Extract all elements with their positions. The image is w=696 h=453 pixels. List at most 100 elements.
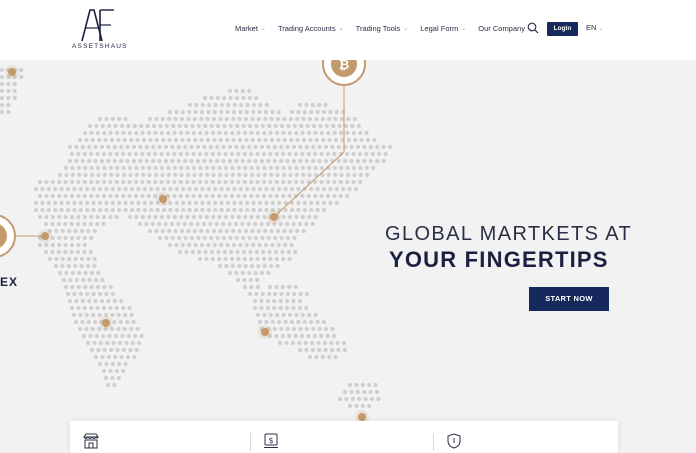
map-dot xyxy=(322,340,327,346)
map-dot xyxy=(266,158,271,164)
map-dot xyxy=(82,305,87,311)
map-dot xyxy=(282,228,287,234)
map-dot xyxy=(89,172,95,178)
map-dot xyxy=(257,319,263,325)
map-dot xyxy=(329,347,335,353)
map-dot xyxy=(304,158,309,164)
map-dot xyxy=(224,116,229,122)
map-dot xyxy=(383,151,388,157)
map-dot xyxy=(298,144,303,150)
map-dot xyxy=(274,333,279,339)
map-dot xyxy=(163,158,169,164)
nav-item-trading-accounts[interactable]: Trading Accounts ⌄ xyxy=(278,24,344,33)
chevron-down-icon: ⌄ xyxy=(598,26,604,32)
search-icon[interactable] xyxy=(527,22,539,34)
map-dot xyxy=(65,200,71,206)
map-dot xyxy=(114,151,119,157)
map-dot xyxy=(121,347,127,353)
map-dot xyxy=(231,228,236,234)
map-dot xyxy=(78,200,83,206)
map-dot xyxy=(278,298,283,304)
map-dot xyxy=(80,298,85,304)
brand-logo[interactable]: ASSETSHAUS xyxy=(72,8,127,54)
map-dot xyxy=(204,193,209,199)
map-dot xyxy=(325,193,331,199)
shield-icon xyxy=(447,433,461,449)
map-dot xyxy=(166,214,171,220)
map-dot xyxy=(297,347,303,353)
map-dot xyxy=(78,312,83,318)
map-dot xyxy=(88,333,93,339)
map-dot xyxy=(260,291,265,297)
map-dot xyxy=(85,207,90,213)
map-dot xyxy=(97,200,103,206)
map-dot xyxy=(274,284,279,290)
map-dot xyxy=(281,151,286,157)
map-dot xyxy=(125,144,130,150)
map-dot xyxy=(210,151,215,157)
map-dot xyxy=(254,95,259,101)
nav-item-our-company[interactable]: Our Company ⌄ xyxy=(478,24,533,33)
map-dot xyxy=(63,179,68,185)
map-dot xyxy=(129,326,134,332)
map-dot xyxy=(309,319,314,325)
map-dot xyxy=(136,200,141,206)
start-now-button[interactable]: START NOW xyxy=(529,287,609,311)
map-dot xyxy=(279,144,284,150)
map-dot xyxy=(174,207,179,213)
map-dot xyxy=(159,151,164,157)
nav-item-legal-form[interactable]: Legal Form ⌄ xyxy=(420,24,466,33)
login-button[interactable]: Login xyxy=(547,22,578,36)
map-dot xyxy=(71,312,77,318)
map-dot xyxy=(323,347,328,353)
map-dot xyxy=(19,67,24,73)
map-dot xyxy=(362,389,367,395)
map-dot xyxy=(121,305,126,311)
map-dot xyxy=(37,179,43,185)
map-dot xyxy=(151,158,156,164)
map-dot xyxy=(251,102,257,108)
map-dot xyxy=(97,207,103,213)
map-dot xyxy=(243,172,248,178)
map-dot xyxy=(12,95,17,101)
map-dot xyxy=(166,165,171,171)
map-dot xyxy=(269,172,274,178)
map-dot xyxy=(185,214,190,220)
map-dot xyxy=(334,109,339,115)
map-dot xyxy=(263,242,269,248)
map-dot xyxy=(347,186,352,192)
map-dot xyxy=(217,179,222,185)
map-dot xyxy=(218,137,223,143)
map-dot xyxy=(300,165,305,171)
map-dot xyxy=(185,172,191,178)
map-dot xyxy=(50,242,55,248)
map-dot xyxy=(159,179,164,185)
map-dot xyxy=(332,130,337,136)
nav-item-trading-tools[interactable]: Trading Tools ⌄ xyxy=(356,24,409,33)
map-dot xyxy=(130,340,135,346)
map-dot xyxy=(198,165,203,171)
map-dot xyxy=(257,200,263,206)
language-selector[interactable]: EN ⌄ xyxy=(586,23,603,32)
map-dot xyxy=(102,284,107,290)
map-dot xyxy=(268,193,273,199)
map-dot xyxy=(315,319,320,325)
map-dot xyxy=(294,312,299,318)
map-dot xyxy=(97,137,102,143)
map-dot xyxy=(346,116,351,122)
map-dot xyxy=(254,123,259,129)
map-dot xyxy=(195,144,201,150)
map-dot xyxy=(247,235,252,241)
nav-item-market[interactable]: Market ⌄ xyxy=(235,24,266,33)
map-dot xyxy=(323,144,329,150)
map-dot xyxy=(115,172,120,178)
map-dot xyxy=(164,235,169,241)
map-dot xyxy=(194,102,199,108)
map-dot xyxy=(251,186,256,192)
map-dot xyxy=(300,214,305,220)
map-dot xyxy=(183,144,188,150)
map-dot xyxy=(240,88,245,94)
map-dot xyxy=(87,123,93,129)
map-dot xyxy=(110,207,115,213)
map-dot xyxy=(263,137,268,143)
